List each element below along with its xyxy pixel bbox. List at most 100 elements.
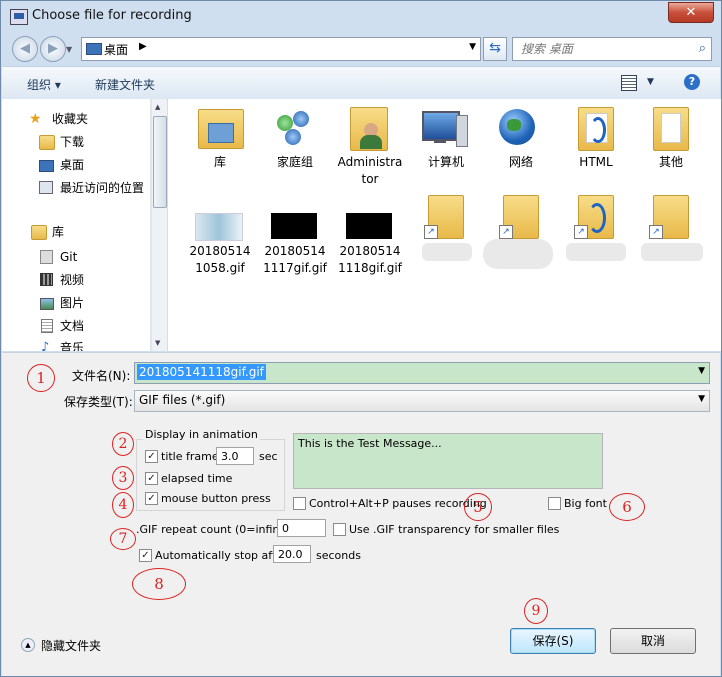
title-frame-checkbox[interactable]: ✓ <box>145 450 158 463</box>
cancel-button[interactable]: 取消 <box>610 628 696 654</box>
file-item[interactable]: 其他 <box>633 105 709 175</box>
user-folder-icon <box>360 135 382 149</box>
message-textarea[interactable]: This is the Test Message... <box>293 433 603 489</box>
nav-label: 文档 <box>60 319 85 333</box>
filename-dropdown-icon[interactable]: ▼ <box>698 366 705 376</box>
search-box[interactable]: ⌕ <box>512 37 712 61</box>
autostop-checkbox[interactable]: ✓ <box>139 549 152 562</box>
gif-thumbnail-icon <box>346 213 392 239</box>
file-item[interactable]: 库 <box>182 105 258 175</box>
autostop-input[interactable]: 20.0 <box>273 545 311 563</box>
nav-music[interactable]: ♪ 音乐 <box>2 338 150 351</box>
title-frame-input[interactable]: 3.0 <box>216 447 254 465</box>
file-item[interactable]: 计算机 <box>408 105 484 175</box>
big-font-checkbox[interactable] <box>548 497 561 510</box>
view-dropdown-icon[interactable]: ▼ <box>647 77 654 87</box>
filetype-label: 保存类型(T): <box>64 395 133 409</box>
save-dialog: Choose file for recording ✕ ◀ ▶ ▼ 桌面 ▶ ▼… <box>0 0 722 677</box>
file-label: 库 <box>213 155 226 169</box>
big-font-label: Big font <box>564 497 607 510</box>
annotation-marker: 3 <box>112 466 134 490</box>
annotation-marker: 1 <box>27 364 55 392</box>
nav-pictures[interactable]: 图片 <box>2 293 150 313</box>
refresh-button[interactable]: ⇆ <box>483 37 507 61</box>
shortcut-folder-item[interactable]: ↗ <box>483 195 559 285</box>
mouse-press-label: mouse button press <box>161 492 271 505</box>
file-item[interactable]: 20180514 1117gif.gif <box>257 209 333 279</box>
nav-libraries[interactable]: 库 <box>2 222 150 242</box>
annotation-marker: 6 <box>609 493 645 521</box>
pause-checkbox[interactable] <box>293 497 306 510</box>
star-icon: ★ <box>29 111 42 127</box>
shortcut-folder-item[interactable]: ↗ <box>558 195 634 285</box>
scroll-down-icon[interactable]: ▼ <box>155 339 160 347</box>
nav-favorites[interactable]: ★ 收藏夹 <box>2 109 150 129</box>
elapsed-time-checkbox[interactable]: ✓ <box>145 472 158 485</box>
library-icon <box>31 225 47 240</box>
nav-label: 视频 <box>60 273 85 287</box>
new-folder-button[interactable]: 新建文件夹 <box>95 76 155 93</box>
history-dropdown-icon[interactable]: ▼ <box>66 45 72 54</box>
file-item[interactable]: Administra tor <box>332 105 408 195</box>
nav-documents[interactable]: 文档 <box>2 316 150 336</box>
nav-label: 音乐 <box>60 341 85 351</box>
recent-places-icon <box>39 181 53 194</box>
view-options-icon[interactable] <box>621 75 637 91</box>
search-icon[interactable]: ⌕ <box>699 41 706 56</box>
file-label: 其他 <box>658 155 683 169</box>
nav-desktop[interactable]: 桌面 <box>2 155 150 175</box>
desktop-icon <box>39 160 54 172</box>
shortcut-folder-item[interactable]: ↗ <box>408 195 484 285</box>
gif-thumbnail-icon <box>271 213 317 239</box>
shortcut-folder-item[interactable]: ↗ <box>633 195 709 285</box>
nav-git[interactable]: Git <box>2 247 150 267</box>
help-icon[interactable]: ? <box>684 74 700 90</box>
music-icon: ♪ <box>41 340 50 351</box>
breadcrumb-arrow-icon[interactable]: ▶ <box>139 41 147 52</box>
pause-label: Control+Alt+P pauses recording <box>309 497 487 510</box>
git-library-icon <box>40 250 53 264</box>
nav-scrollbar[interactable]: ▲ ▼ <box>151 99 167 351</box>
forward-button[interactable]: ▶ <box>40 36 66 62</box>
file-item[interactable]: 网络 <box>483 105 559 175</box>
scroll-up-icon[interactable]: ▲ <box>155 103 160 111</box>
mouse-press-checkbox[interactable]: ✓ <box>145 492 158 505</box>
address-location[interactable]: 桌面 <box>104 41 128 58</box>
nav-label: Git <box>60 250 78 264</box>
filetype-select[interactable]: GIF files (*.gif) ▼ <box>134 390 710 412</box>
address-bar[interactable]: 桌面 ▶ ▼ <box>81 37 481 61</box>
computer-icon <box>456 115 468 147</box>
filename-value[interactable]: 201805141118gif.gif <box>137 364 266 380</box>
computer-icon <box>434 139 446 143</box>
organize-button[interactable]: 组织 ▾ <box>27 76 61 93</box>
repeat-count-input[interactable]: 0 <box>277 519 326 537</box>
nav-downloads[interactable]: 下载 <box>2 132 150 152</box>
nav-label: 收藏夹 <box>52 112 89 126</box>
search-input[interactable] <box>519 40 687 58</box>
library-folder-icon <box>208 123 234 143</box>
file-item[interactable]: 20180514 1058.gif <box>182 209 258 279</box>
shortcut-arrow-icon: ↗ <box>499 225 513 239</box>
shortcut-arrow-icon: ↗ <box>649 225 663 239</box>
scrollbar-thumb[interactable] <box>153 116 167 208</box>
filename-input[interactable]: 201805141118gif.gif ▼ <box>134 362 710 384</box>
file-label: 20180514 1118gif.gif <box>338 244 402 275</box>
file-item[interactable]: 20180514 1118gif.gif <box>332 209 408 279</box>
address-dropdown-icon[interactable]: ▼ <box>469 42 476 52</box>
file-item[interactable]: 家庭组 <box>257 105 333 175</box>
nav-videos[interactable]: 视频 <box>2 270 150 290</box>
collapse-up-icon: ▲ <box>21 638 35 652</box>
file-item[interactable]: HTML <box>558 105 634 175</box>
close-button[interactable]: ✕ <box>668 2 714 23</box>
window-title: Choose file for recording <box>32 8 192 23</box>
save-button[interactable]: 保存(S) <box>510 628 596 654</box>
redacted-label <box>422 243 472 261</box>
filetype-dropdown-icon[interactable]: ▼ <box>698 394 705 404</box>
pictures-icon <box>40 298 54 310</box>
file-label: 20180514 1117gif.gif <box>263 244 327 275</box>
filetype-value: GIF files (*.gif) <box>139 393 226 407</box>
transparency-checkbox[interactable] <box>333 523 346 536</box>
autostop-label: Automatically stop after <box>155 549 288 562</box>
nav-recent-places[interactable]: 最近访问的位置 <box>2 178 150 198</box>
back-button[interactable]: ◀ <box>12 36 38 62</box>
